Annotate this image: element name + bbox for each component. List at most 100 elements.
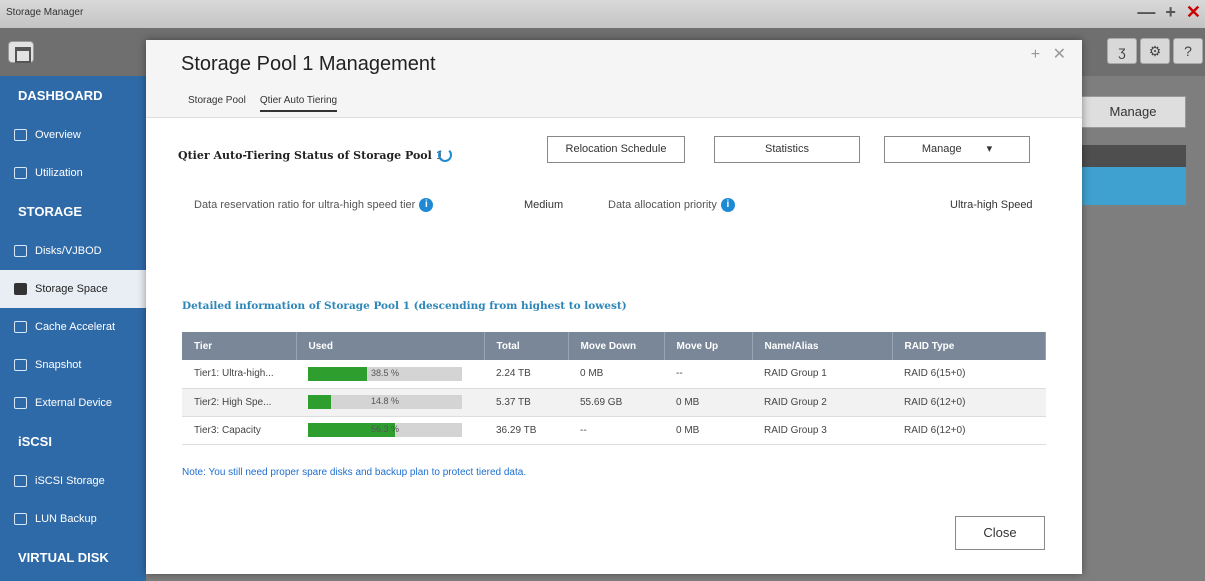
name-alias-cell: RAID Group 1 xyxy=(752,360,892,389)
sidebar-item-label: Overview xyxy=(35,129,81,141)
move-down-cell: 55.69 GB xyxy=(568,388,664,417)
sidebar-item-snapshot[interactable]: Snapshot xyxy=(0,346,146,384)
usage-percent-label: 14.8 % xyxy=(370,396,400,406)
table-row[interactable]: Tier2: High Spe... 14.8 % 5.37 TB 55.69 GB 0… xyxy=(182,388,1046,417)
raid-type-cell: RAID 6(12+0) xyxy=(892,416,1046,445)
settings-gear-icon[interactable]: ⚙ xyxy=(1140,38,1170,64)
usage-progress-bar: 56.3 % xyxy=(308,423,462,437)
move-up-cell: -- xyxy=(664,360,752,389)
manage-dropdown-button[interactable]: Manage ▾ xyxy=(884,136,1030,163)
sidebar-item-label: Cache Accelerat xyxy=(35,321,116,333)
tab-qtier-auto-tiering[interactable]: Qtier Auto Tiering xyxy=(259,95,338,112)
allocation-priority-row: Data allocation priority i xyxy=(608,198,735,212)
sidebar-section-heading: DASHBOARD xyxy=(18,88,103,103)
move-down-cell: 0 MB xyxy=(568,360,664,389)
sidebar-section-heading: STORAGE xyxy=(18,204,83,219)
sidebar-item-storage-space[interactable]: Storage Space xyxy=(0,270,146,308)
window-titlebar: Storage Manager — + ✕ xyxy=(0,0,1205,28)
detail-title: Detailed information of Storage Pool 1 (… xyxy=(182,300,627,312)
status-title: Qtier Auto-Tiering Status of Storage Poo… xyxy=(178,149,444,162)
move-up-cell: 0 MB xyxy=(664,416,752,445)
minimize-button[interactable]: — xyxy=(1137,2,1155,23)
raid-type-cell: RAID 6(15+0) xyxy=(892,360,1046,389)
window-controls: — + ✕ xyxy=(1137,2,1201,23)
storage-space-icon xyxy=(14,283,27,295)
sidebar-item-overview[interactable]: Overview xyxy=(0,116,146,154)
statistics-button[interactable]: Statistics xyxy=(714,136,860,163)
column-header[interactable]: Tier xyxy=(182,332,297,360)
sidebar-section-heading: VIRTUAL DISK xyxy=(18,550,109,565)
menu-toggle-button[interactable] xyxy=(8,41,34,63)
total-cell: 5.37 TB xyxy=(484,388,568,417)
tab-storage-pool[interactable]: Storage Pool xyxy=(188,95,246,112)
sidebar-item-label: Storage Space xyxy=(35,283,108,295)
column-header[interactable]: Used xyxy=(296,332,485,360)
column-header[interactable]: RAID Type xyxy=(892,332,1046,360)
reservation-ratio-label: Data reservation ratio for ultra-high sp… xyxy=(194,199,416,211)
total-cell: 36.29 TB xyxy=(484,416,568,445)
sidebar-section-heading: iSCSI xyxy=(18,434,52,449)
sidebar-item-iscsi-storage[interactable]: iSCSI Storage xyxy=(0,462,146,500)
refresh-icon[interactable] xyxy=(438,148,452,162)
sidebar-item-utilization[interactable]: Utilization xyxy=(0,154,146,192)
table-row[interactable]: Tier1: Ultra-high... 38.5 % 2.24 TB 0 MB -- R… xyxy=(182,360,1046,389)
raid-type-cell: RAID 6(12+0) xyxy=(892,388,1046,417)
note-text: Note: You still need proper spare disks … xyxy=(182,467,527,478)
add-button[interactable]: + xyxy=(1165,2,1176,23)
tier-cell: Tier2: High Spe... xyxy=(182,388,296,417)
toolbar-action-icon[interactable]: ʒ xyxy=(1107,38,1137,64)
sidebar-item-lun-backup[interactable]: LUN Backup xyxy=(0,500,146,538)
usage-progress-bar: 38.5 % xyxy=(308,366,462,381)
sidebar-item-label: iSCSI Storage xyxy=(35,475,105,487)
dialog-header: Storage Pool 1 Management + ✕ Storage Po… xyxy=(146,40,1082,118)
background-manage-button[interactable]: Manage xyxy=(1080,96,1186,128)
manage-label: Manage xyxy=(921,143,962,155)
dialog-controls[interactable]: + ✕ xyxy=(1031,44,1070,64)
sidebar-item-disks-vjbod[interactable]: Disks/VJBOD xyxy=(0,232,146,270)
info-icon[interactable]: i xyxy=(720,198,735,212)
relocation-schedule-button[interactable]: Relocation Schedule xyxy=(547,136,685,163)
table-row[interactable]: Tier3: Capacity 56.3 % 36.29 TB -- 0 MB RAID … xyxy=(182,416,1046,445)
usage-percent-label: 56.3 % xyxy=(370,424,400,434)
column-header[interactable]: Total xyxy=(484,332,569,360)
lun-backup-icon xyxy=(14,513,27,525)
column-header[interactable]: Move Up xyxy=(664,332,753,360)
snapshot-icon xyxy=(14,359,27,371)
info-icon[interactable]: i xyxy=(419,198,434,212)
tier-cell: Tier3: Capacity xyxy=(182,416,296,445)
background-selected-row xyxy=(1082,167,1186,205)
tier-table-header: Tier Used Total Move Down Move Up Name/A… xyxy=(182,332,1046,360)
move-up-cell: 0 MB xyxy=(664,388,752,417)
utilization-icon xyxy=(14,167,27,179)
window-close-button[interactable]: ✕ xyxy=(1186,2,1201,23)
close-button[interactable]: Close xyxy=(955,516,1045,550)
reservation-ratio-value: Medium xyxy=(524,199,564,211)
allocation-priority-value: Ultra-high Speed xyxy=(950,199,1033,211)
column-header[interactable]: Name/Alias xyxy=(752,332,893,360)
sidebar-item-label: Disks/VJBOD xyxy=(35,245,102,257)
overview-icon xyxy=(14,129,27,141)
used-cell: 38.5 % xyxy=(296,360,484,389)
sidebar-item-label: Snapshot xyxy=(35,359,82,371)
sidebar: DASHBOARD Overview Utilization STORAGE Disks… xyxy=(0,76,146,581)
tier-cell: Tier1: Ultra-high... xyxy=(182,360,296,389)
help-icon[interactable]: ? xyxy=(1173,38,1203,64)
used-cell: 14.8 % xyxy=(296,388,484,417)
cache-icon xyxy=(14,321,27,333)
iscsi-storage-icon xyxy=(14,475,27,487)
usage-percent-label: 38.5 % xyxy=(370,367,400,378)
name-alias-cell: RAID Group 2 xyxy=(752,388,892,417)
sidebar-item-label: Utilization xyxy=(35,167,83,179)
sidebar-item-label: External Device xyxy=(35,397,113,409)
tier-table: Tier Used Total Move Down Move Up Name/A… xyxy=(182,332,1046,445)
chevron-down-icon: ▾ xyxy=(986,143,993,155)
usage-progress-bar: 14.8 % xyxy=(308,395,462,409)
toolbar-right: ʒ ⚙ ? xyxy=(1107,38,1203,64)
window-title: Storage Manager xyxy=(6,7,84,18)
column-header[interactable]: Move Down xyxy=(568,332,665,360)
name-alias-cell: RAID Group 3 xyxy=(752,416,892,445)
sidebar-item-cache-accelerat[interactable]: Cache Accelerat xyxy=(0,308,146,346)
total-cell: 2.24 TB xyxy=(484,360,568,389)
sidebar-item-external-device[interactable]: External Device xyxy=(0,384,146,422)
sidebar-item-label: LUN Backup xyxy=(35,513,97,525)
